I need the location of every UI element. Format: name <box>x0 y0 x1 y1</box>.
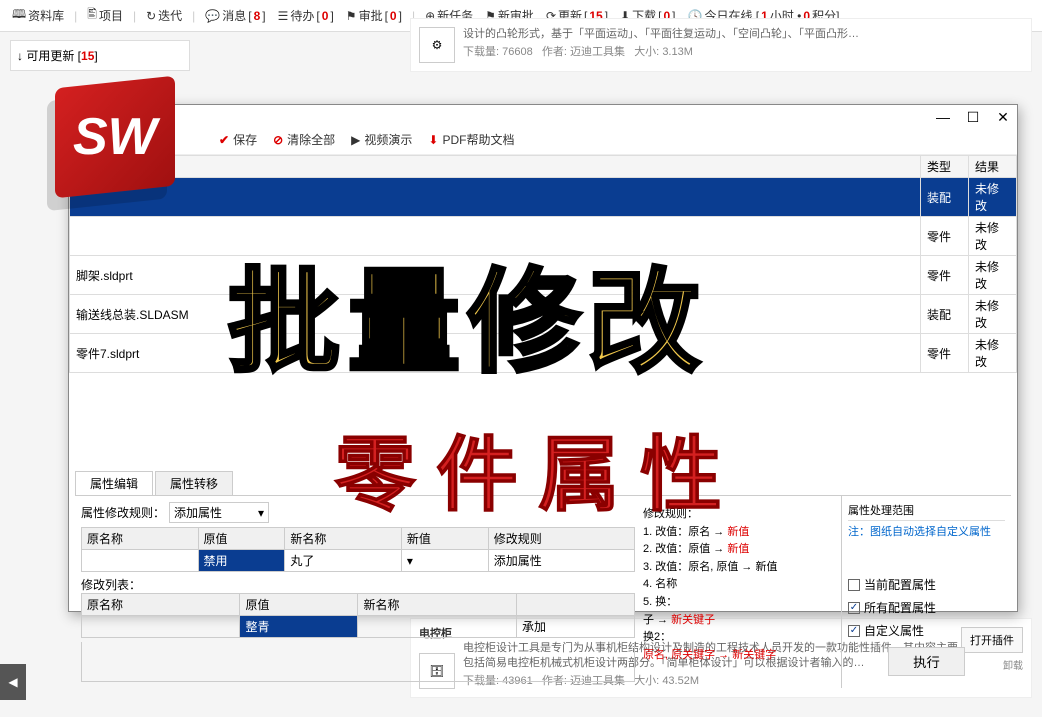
rules-help: 修改规则： 1. 改值：原名 → 新值 2. 改值：原值 → 新值 3. 改值：… <box>635 502 835 682</box>
pdf-icon: ⬇ <box>428 133 438 147</box>
table-row[interactable]: 装配未修改 <box>70 178 1017 217</box>
list-label: 修改列表： <box>81 576 635 593</box>
video-button[interactable]: ▶视频演示 <box>351 131 412 148</box>
tab-edit[interactable]: 属性编辑 <box>75 471 153 495</box>
execute-button[interactable]: 执行 <box>888 647 965 676</box>
pdf-help-button[interactable]: ⬇PDF帮助文档 <box>428 131 514 148</box>
solidworks-logo: SW <box>55 82 200 212</box>
menu-messages[interactable]: 💬 消息[8] <box>201 5 269 26</box>
cb-current-config[interactable]: 当前配置属性 <box>848 576 1005 593</box>
menu-iteration[interactable]: ↻ 迭代 <box>142 5 186 26</box>
scope-title: 属性处理范围 <box>848 502 1005 521</box>
dialog-toolbar: ✔保存 ⊘清除全部 ▶视频演示 ⬇PDF帮助文档 <box>69 129 1017 155</box>
menu-todo[interactable]: ☰ 待办[0] <box>274 5 338 26</box>
download-icon: ↓ <box>17 49 23 63</box>
tab-move[interactable]: 属性转移 <box>155 471 233 495</box>
rule-select[interactable]: 添加属性▾ <box>169 502 269 523</box>
maximize-button[interactable]: ☐ <box>965 109 981 125</box>
menu-library[interactable]: 🕮 资料库 <box>8 3 68 28</box>
side-collapse-handle[interactable]: ◀ <box>0 664 26 700</box>
changes-grid[interactable]: 原名称原值新名称 整青承加 <box>81 593 635 638</box>
minimize-button[interactable]: — <box>935 109 951 125</box>
dialog-titlebar: — ☐ ✕ <box>69 105 1017 129</box>
cb-all-config[interactable]: ✓所有配置属性 <box>848 599 1005 616</box>
save-button[interactable]: ✔保存 <box>219 131 257 148</box>
save-icon: ✔ <box>219 133 229 147</box>
video-icon: ▶ <box>351 133 360 147</box>
gear-icon: ⚙ <box>419 27 455 63</box>
clear-icon: ⊘ <box>273 133 283 147</box>
cb-custom-props[interactable]: ✓自定义属性 <box>848 622 1005 639</box>
col-header-status[interactable]: 结果 <box>969 156 1017 178</box>
update-box[interactable]: ↓ 可用更新 [15] <box>10 40 190 71</box>
chevron-down-icon: ▾ <box>258 506 264 520</box>
col-header-type[interactable]: 类型 <box>921 156 969 178</box>
scope-note: 注：图纸自动选择自定义属性 <box>848 525 1005 540</box>
menu-approval[interactable]: ⚑ 审批[0] <box>342 5 406 26</box>
scope-panel: 属性处理范围 注：图纸自动选择自定义属性 当前配置属性 ✓所有配置属性 ✓自定义… <box>841 496 1011 688</box>
rule-grid[interactable]: 原名称原值新名称新值修改规则 禁用丸了▾添加属性 <box>81 527 635 572</box>
menu-project[interactable]: 🖺 项目 <box>83 3 127 28</box>
bg-card-cam: ⚙ 设计的凸轮形式，基于「平面运动」、「平面往复运动」、「空间凸轮」、「平面凸形… <box>410 18 1032 72</box>
overlay-subtitle: 零件属性 <box>334 408 742 527</box>
rule-label: 属性修改规则： <box>81 504 165 521</box>
overlay-title: 批量修改 <box>228 232 708 394</box>
close-button[interactable]: ✕ <box>995 109 1011 125</box>
clear-all-button[interactable]: ⊘清除全部 <box>273 131 335 148</box>
